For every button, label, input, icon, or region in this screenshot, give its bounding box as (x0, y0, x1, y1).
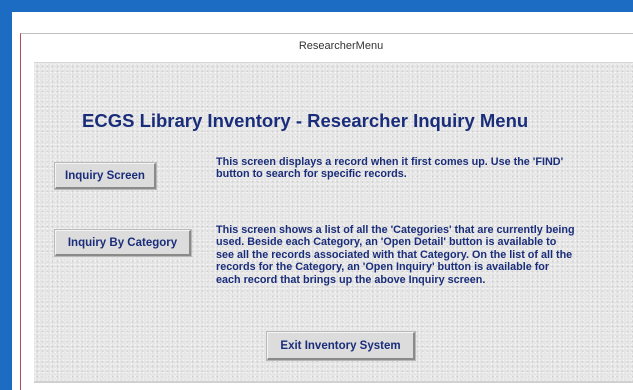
app-top-accent-bar (0, 0, 633, 12)
inquiry-by-category-button[interactable]: Inquiry By Category (55, 230, 191, 256)
window-title-bar: ResearcherMenu (21, 34, 633, 60)
researcher-menu-window: ResearcherMenu ECGS Library Inventory - … (20, 33, 633, 390)
form-area: ECGS Library Inventory - Researcher Inqu… (34, 62, 633, 383)
window-title: ResearcherMenu (298, 40, 384, 52)
inquiry-screen-description: This screen displays a record when it fi… (216, 156, 564, 181)
inquiry-by-category-description: This screen shows a list of all the 'Cat… (216, 224, 575, 286)
exit-inventory-system-button[interactable]: Exit Inventory System (267, 332, 415, 360)
form-heading: ECGS Library Inventory - Researcher Inqu… (82, 110, 529, 131)
app-left-accent-bar (0, 0, 12, 390)
form-bottom-divider (34, 381, 633, 383)
inquiry-screen-button[interactable]: Inquiry Screen (55, 163, 156, 189)
